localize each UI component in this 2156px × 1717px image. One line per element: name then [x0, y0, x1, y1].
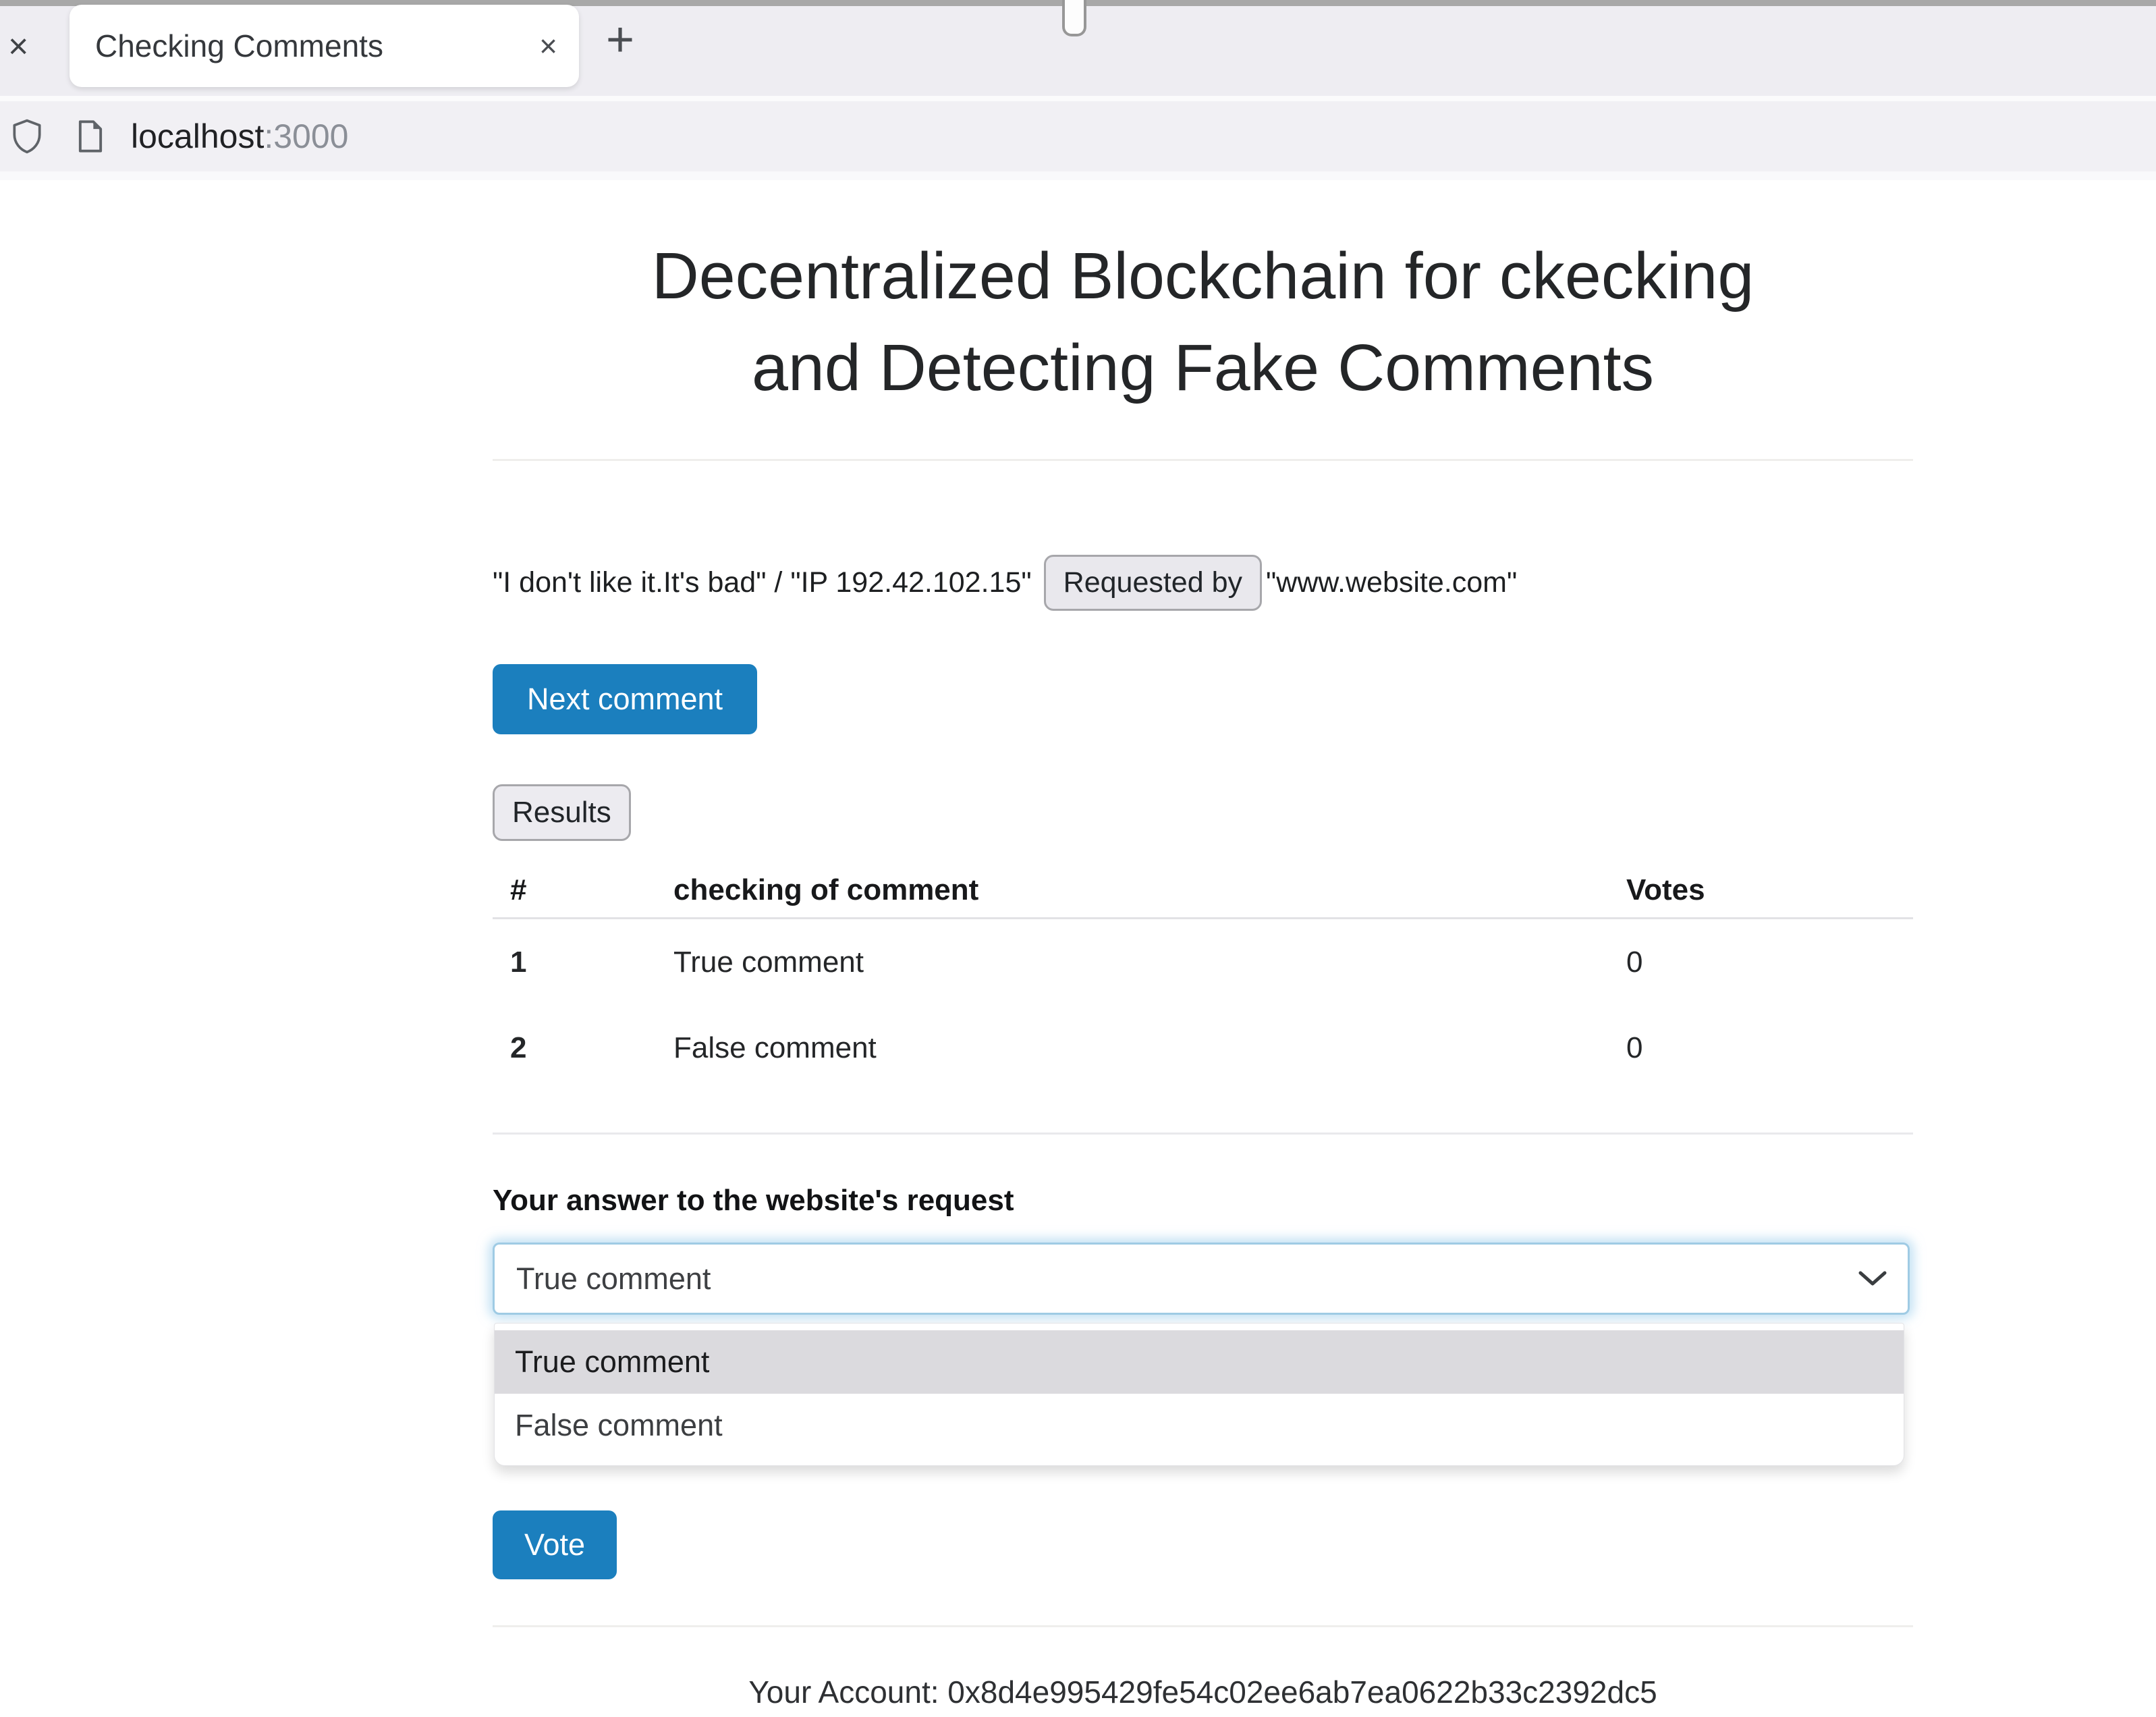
comment-text: "I don't like it.It's bad" / "IP 192.42.…	[493, 566, 1032, 599]
requested-by-badge: Requested by	[1044, 555, 1262, 611]
answer-dropdown: True comment False comment	[494, 1323, 1904, 1466]
address-bar[interactable]: localhost:3000	[0, 101, 2156, 171]
table-bottom-divider	[493, 1133, 1913, 1135]
row-votes-cell: 0	[1609, 1031, 1913, 1065]
next-comment-button[interactable]: Next comment	[493, 664, 757, 734]
comment-row: "I don't like it.It's bad" / "IP 192.42.…	[493, 550, 1913, 615]
answer-label: Your answer to the website's request	[493, 1184, 1014, 1218]
chevron-down-icon	[1858, 1270, 1887, 1288]
account-text: Your Account: 0x8d4e995429fe54c02ee6ab7e…	[493, 1674, 1913, 1710]
tab-strip: × Checking Comments × +	[0, 6, 2156, 96]
answer-select[interactable]: True comment	[493, 1243, 1910, 1315]
chrome-divider	[0, 96, 2156, 101]
window-close-icon[interactable]: ×	[8, 29, 28, 64]
results-badge: Results	[493, 784, 631, 841]
page-content: Decentralized Blockchain for ckecking an…	[493, 180, 1913, 1717]
title-divider	[493, 459, 1913, 461]
url-port: :3000	[264, 117, 348, 155]
tab-close-icon[interactable]: ×	[539, 30, 557, 61]
new-tab-button[interactable]: +	[606, 16, 634, 64]
page-title-line2: and Detecting Fake Comments	[493, 330, 1913, 406]
footer-divider	[493, 1625, 1913, 1627]
browser-tab[interactable]: Checking Comments ×	[70, 5, 579, 87]
account-label: Your Account:	[748, 1674, 939, 1710]
table-header-row: # checking of comment Votes	[493, 863, 1913, 919]
url-text[interactable]: localhost:3000	[131, 117, 348, 156]
account-address: 0x8d4e995429fe54c02ee6ab7ea0622b33c2392d…	[947, 1674, 1657, 1710]
window-notch	[1062, 0, 1086, 36]
table-row: 1 True comment 0	[493, 919, 1913, 1005]
table-row: 2 False comment 0	[493, 1005, 1913, 1091]
selected-option-value: True comment	[516, 1261, 711, 1297]
results-table: # checking of comment Votes 1 True comme…	[493, 863, 1913, 1091]
dropdown-option-false[interactable]: False comment	[495, 1394, 1904, 1457]
chrome-bottom-divider	[0, 171, 2156, 180]
row-votes-cell: 0	[1609, 946, 1913, 979]
vote-button[interactable]: Vote	[493, 1510, 617, 1579]
url-host: localhost	[131, 117, 264, 155]
tab-title: Checking Comments	[95, 28, 383, 64]
header-votes: Votes	[1609, 873, 1913, 907]
row-label-cell: True comment	[656, 946, 1609, 979]
dropdown-option-true[interactable]: True comment	[495, 1330, 1904, 1394]
row-number-cell: 2	[493, 1031, 656, 1065]
row-number-cell: 1	[493, 946, 656, 979]
page-title: Decentralized Blockchain for ckecking	[493, 238, 1913, 314]
header-checking: checking of comment	[656, 873, 1609, 907]
page-icon	[74, 119, 107, 154]
shield-icon[interactable]	[8, 117, 46, 155]
website-text: "www.website.com"	[1266, 566, 1517, 599]
row-label-cell: False comment	[656, 1031, 1609, 1065]
header-number: #	[493, 873, 656, 907]
